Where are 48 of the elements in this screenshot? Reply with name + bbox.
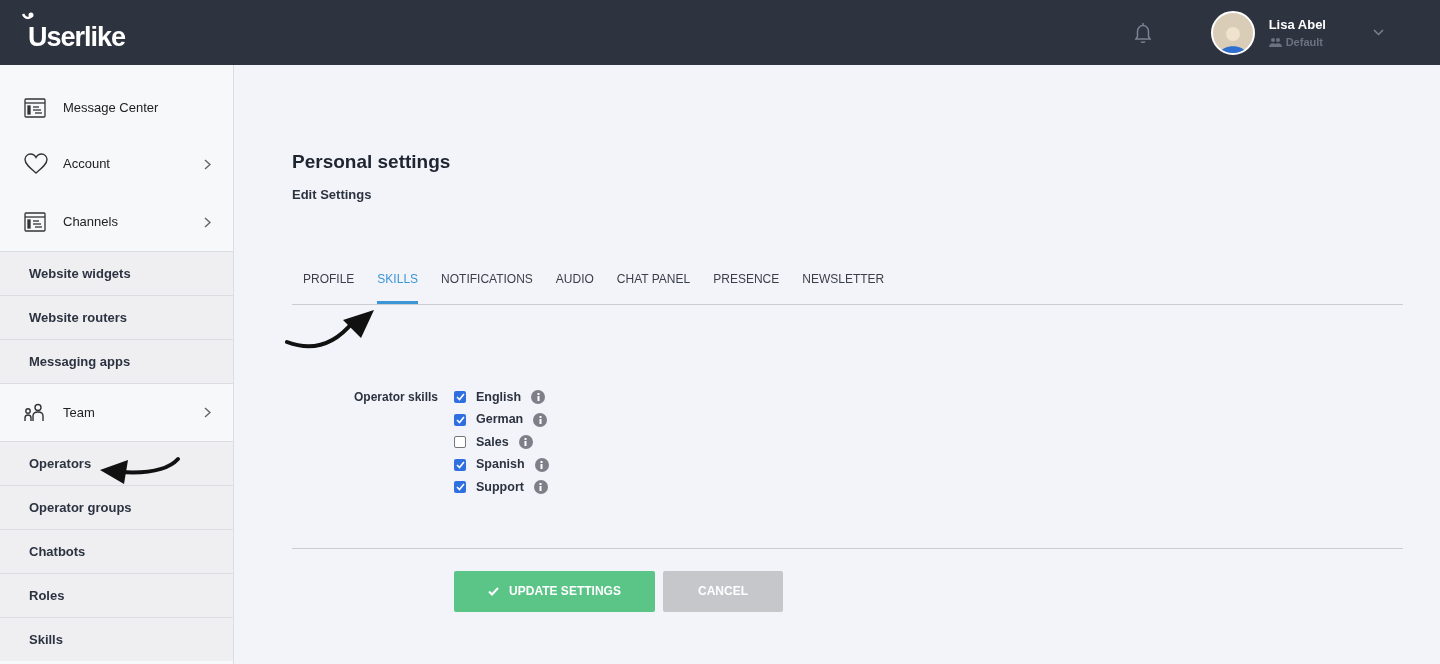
- check-icon: [455, 393, 465, 402]
- skill-checkbox[interactable]: [454, 458, 466, 471]
- skill-label: Sales: [476, 433, 509, 451]
- sidebar-subitem[interactable]: Website widgets: [0, 251, 233, 295]
- skill-label: English: [476, 388, 522, 406]
- check-icon: [455, 483, 465, 492]
- info-icon[interactable]: [533, 412, 548, 427]
- user-group: Default: [1285, 34, 1323, 51]
- skill-checkbox[interactable]: [454, 413, 466, 426]
- info-icon[interactable]: [518, 435, 533, 450]
- people-icon: [24, 402, 46, 423]
- sidebar-subitem[interactable]: Messaging apps: [0, 339, 233, 383]
- page-title: Personal settings: [292, 150, 452, 174]
- user-name: Lisa Abel: [1268, 15, 1326, 34]
- window-icon: [24, 98, 46, 118]
- logo-wordmark: Userlike: [28, 24, 126, 51]
- settings-tab[interactable]: AUDIO: [555, 266, 594, 304]
- heart-icon: [24, 153, 48, 175]
- settings-tab[interactable]: CHAT PANEL: [616, 266, 691, 304]
- info-icon[interactable]: [531, 390, 546, 405]
- curved-arrow-annotation-icon: [285, 308, 377, 350]
- skill-label: German: [476, 411, 524, 429]
- check-icon: [455, 415, 465, 424]
- sidebar-subitem[interactable]: Operator groups: [0, 485, 233, 529]
- window-icon: [24, 212, 46, 232]
- sidebar-subitem[interactable]: Website routers: [0, 295, 233, 339]
- group-icon: [1268, 37, 1282, 47]
- settings-tab[interactable]: PRESENCE: [713, 266, 780, 304]
- skills-label: Operator skills: [354, 389, 440, 406]
- skill-label: Spanish: [476, 456, 525, 474]
- sidebar-subitem[interactable]: Roles: [0, 573, 233, 617]
- sidebar-subitem[interactable]: Chatbots: [0, 529, 233, 573]
- skill-checkbox[interactable]: [454, 391, 466, 404]
- skill-checkbox[interactable]: [454, 481, 466, 494]
- page-subtitle: Edit Settings: [292, 185, 373, 204]
- chevron-down-icon[interactable]: [1373, 29, 1384, 36]
- check-icon: [488, 586, 500, 596]
- sidebar-subitem[interactable]: Operators: [0, 441, 233, 485]
- curved-arrow-annotation-icon: [98, 456, 182, 486]
- info-icon[interactable]: [533, 480, 548, 495]
- settings-tab[interactable]: PROFILE: [303, 266, 355, 304]
- settings-tab[interactable]: NOTIFICATIONS: [441, 266, 533, 304]
- sidebar-subitem[interactable]: Skills: [0, 617, 233, 661]
- check-icon: [455, 460, 465, 469]
- settings-tab[interactable]: NEWSLETTER: [802, 266, 885, 304]
- skill-checkbox[interactable]: [454, 436, 466, 449]
- skill-label: Support: [476, 478, 524, 496]
- info-icon[interactable]: [534, 457, 549, 472]
